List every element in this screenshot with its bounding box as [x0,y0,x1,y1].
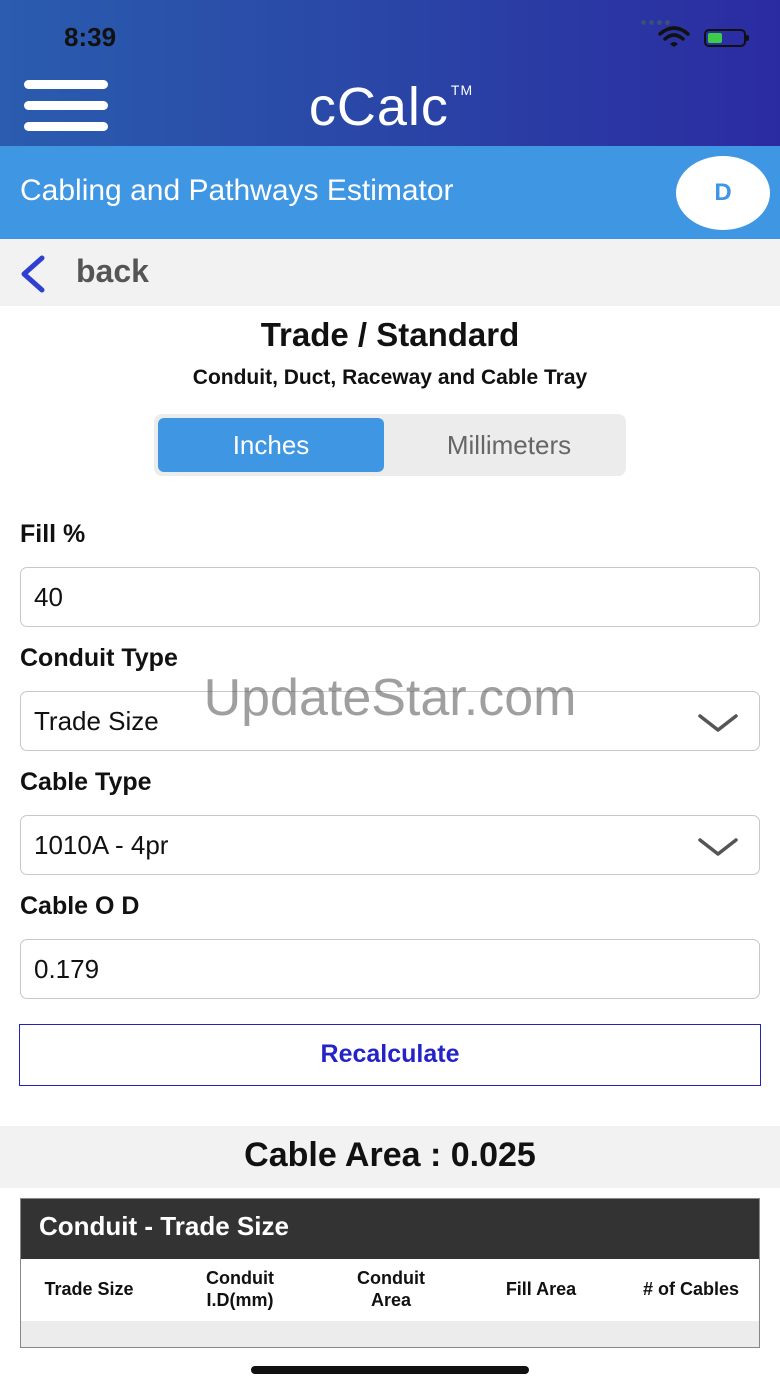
app-title: cCalc TM [0,76,780,138]
chevron-left-icon [21,255,45,293]
home-indicator[interactable] [251,1366,529,1374]
conduit-type-select[interactable]: Trade Size [20,691,760,751]
column-header-fill-area: Fill Area [505,1279,577,1299]
conduit-type-label: Conduit Type [20,644,178,672]
fill-value: 40 [34,582,63,612]
cable-od-input[interactable]: 0.179 [20,939,760,999]
page-title: Cabling and Pathways Estimator [20,174,454,207]
column-header-conduit-id: Conduit I.D(mm) [206,1268,274,1310]
avatar[interactable]: D [676,156,770,230]
status-time: 8:39 [64,22,117,52]
conduit-table: Conduit - Trade Size Trade Size Conduit … [20,1198,760,1348]
cable-type-label: Cable Type [20,768,152,796]
back-button[interactable]: back [0,239,780,306]
recalculate-button[interactable]: Recalculate [19,1024,761,1086]
trademark: TM [450,82,474,98]
cable-area-result: Cable Area : 0.025 [0,1126,780,1188]
cable-type-value: 1010A - 4pr [34,830,169,860]
table-header: Conduit - Trade Size [21,1199,759,1259]
units-inches-option[interactable]: Inches [158,418,384,472]
units-millimeters-option[interactable]: Millimeters [396,418,622,472]
column-header-cable-count: # of Cables [642,1279,740,1299]
column-header-conduit-area: Conduit Area [357,1268,425,1310]
section-subtitle: Conduit, Duct, Raceway and Cable Tray [192,366,588,389]
section-title: Trade / Standard [260,316,520,353]
page-header: Cabling and Pathways Estimator D [0,146,780,239]
back-label: back [76,253,149,289]
fill-input[interactable]: 40 [20,567,760,627]
cable-area-text: Cable Area : 0.025 [244,1136,536,1174]
units-segmented-control: Inches Millimeters [154,414,626,476]
fill-label: Fill % [20,520,86,548]
wifi-icon [658,26,690,47]
table-title: Conduit - Trade Size [39,1211,289,1241]
app-header: 8:39 cCalc TM [0,0,780,146]
table-row [21,1321,759,1347]
cable-od-label: Cable O D [20,892,140,920]
cable-od-value: 0.179 [34,954,100,984]
conduit-type-value: Trade Size [34,706,159,736]
chevron-down-icon [698,714,738,732]
cable-type-select[interactable]: 1010A - 4pr [20,815,760,875]
app-name: cCalc [308,77,449,137]
column-header-trade-size: Trade Size [44,1279,134,1299]
chevron-down-icon [698,838,738,856]
battery-icon [704,29,749,47]
